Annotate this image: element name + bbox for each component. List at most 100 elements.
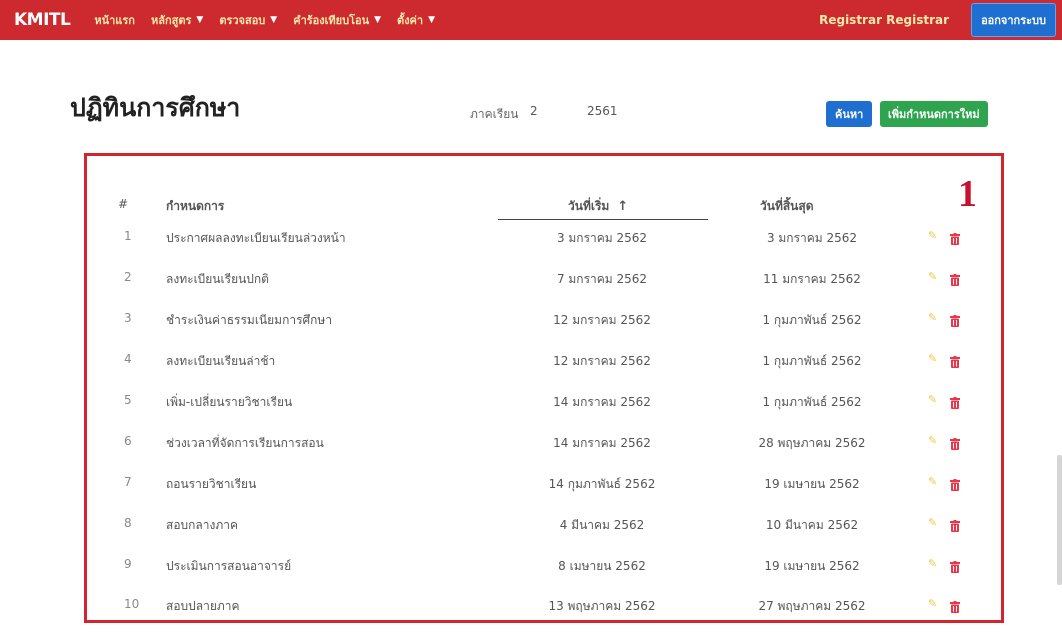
navbar-right: Registrar Registrar ออกจากระบบ	[819, 3, 1056, 37]
row-number: 1	[124, 229, 132, 243]
term-label: ภาคเรียน	[470, 107, 519, 121]
schedule-name: เพิ่ม-เปลี่ยนรายวิชาเรียน	[166, 395, 293, 409]
pencil-icon[interactable]: ✎	[928, 352, 937, 365]
trash-icon[interactable]	[950, 517, 960, 536]
row-number: 2	[124, 270, 132, 284]
column-header-end-date[interactable]: วันที่สิ้นสุด	[760, 197, 814, 216]
pencil-icon[interactable]: ✎	[928, 393, 937, 406]
start-date: 4 มีนาคม 2562	[559, 518, 645, 532]
trash-icon[interactable]	[950, 312, 960, 331]
row-number: 9	[124, 557, 132, 571]
table-row: 8 สอบกลางภาค 4 มีนาคม 2562 10 มีนาคม 2562 ✎	[0, 516, 1062, 556]
end-date: 28 พฤษภาคม 2562	[758, 436, 866, 450]
pencil-icon[interactable]: ✎	[928, 434, 937, 447]
logout-button[interactable]: ออกจากระบบ	[971, 3, 1056, 37]
trash-icon[interactable]	[950, 230, 960, 249]
nav-item-label: ตั้งค่า	[397, 14, 424, 27]
row-number: 10	[124, 597, 140, 611]
start-date: 8 เมษายน 2562	[558, 559, 646, 573]
column-header-label: วันที่เริ่ม	[568, 199, 610, 213]
nav-item-curriculum[interactable]: หลักสูตร ▼	[151, 11, 203, 29]
schedule-name: ประเมินการสอนอาจารย์	[166, 559, 292, 573]
trash-icon[interactable]	[950, 558, 960, 577]
trash-icon[interactable]	[950, 271, 960, 290]
end-date: 10 มีนาคม 2562	[765, 518, 859, 532]
trash-icon[interactable]	[950, 353, 960, 372]
row-number: 4	[124, 352, 132, 366]
table-row: 9 ประเมินการสอนอาจารย์ 8 เมษายน 2562 19 เมษ…	[0, 557, 1062, 597]
pencil-icon[interactable]: ✎	[928, 229, 937, 242]
column-header-start-date[interactable]: วันที่เริ่ม ↑	[568, 197, 628, 216]
row-number: 5	[124, 393, 132, 407]
start-date: 7 มกราคม 2562	[556, 272, 648, 286]
end-date: 1 กุมภาพันธ์ 2562	[762, 354, 862, 368]
year-input[interactable]	[585, 103, 649, 119]
nav-item-label: ตรวจสอบ	[219, 14, 266, 27]
schedule-name: สอบปลายภาค	[166, 599, 240, 613]
user-name[interactable]: Registrar Registrar	[819, 13, 949, 27]
column-header-schedule: กำหนดการ	[166, 199, 225, 213]
row-number: 3	[124, 311, 132, 325]
nav-item-label: หน้าแรก	[94, 14, 135, 27]
table-row: 3 ชำระเงินค่าธรรมเนียมการศึกษา 12 มกราคม 2…	[0, 311, 1062, 351]
page-scrollbar[interactable]	[1057, 455, 1062, 585]
chevron-down-icon: ▼	[374, 15, 382, 25]
start-date: 12 มกราคม 2562	[553, 354, 651, 368]
end-date: 11 มกราคม 2562	[763, 272, 861, 286]
sort-ascending-icon: ↑	[617, 199, 629, 214]
top-navbar: KMITL หน้าแรก หลักสูตร ▼ ตรวจสอบ ▼ คำร้อ…	[0, 0, 1062, 40]
row-number: 8	[124, 516, 132, 530]
trash-icon[interactable]	[950, 476, 960, 495]
end-date: 19 เมษายน 2562	[764, 559, 860, 573]
table-row: 10 สอบปลายภาค 13 พฤษภาคม 2562 27 พฤษภาคม 25…	[0, 597, 1062, 637]
table-row: 2 ลงทะเบียนเรียนปกติ 7 มกราคม 2562 11 มกราค…	[0, 270, 1062, 310]
nav-item-label: คำร้องเทียบโอน	[293, 14, 370, 27]
search-button[interactable]: ค้นหา	[826, 101, 873, 127]
pencil-icon[interactable]: ✎	[928, 516, 937, 529]
schedule-name: สอบกลางภาค	[166, 518, 239, 532]
start-date: 12 มกราคม 2562	[553, 313, 651, 327]
pencil-icon[interactable]: ✎	[928, 475, 937, 488]
trash-icon[interactable]	[950, 394, 960, 413]
row-number: 6	[124, 434, 132, 448]
brand-logo[interactable]: KMITL	[14, 10, 71, 30]
pencil-icon[interactable]: ✎	[928, 557, 937, 570]
chevron-down-icon: ▼	[428, 15, 436, 25]
start-date: 14 กุมภาพันธ์ 2562	[548, 477, 656, 491]
column-header-number: #	[118, 197, 129, 211]
start-date: 14 มกราคม 2562	[553, 436, 651, 450]
term-input[interactable]	[528, 103, 562, 119]
nav-item-transfer-requests[interactable]: คำร้องเทียบโอน ▼	[293, 11, 381, 29]
nav-item-label: หลักสูตร	[150, 14, 192, 27]
start-date: 13 พฤษภาคม 2562	[548, 599, 656, 613]
table-row: 7 ถอนรายวิชาเรียน 14 กุมภาพันธ์ 2562 19 เมษ…	[0, 475, 1062, 515]
start-date: 14 มกราคม 2562	[553, 395, 651, 409]
table-row: 4 ลงทะเบียนเรียนล่าช้า 12 มกราคม 2562 1 กุม…	[0, 352, 1062, 392]
end-date: 1 กุมภาพันธ์ 2562	[762, 395, 862, 409]
start-date: 3 มกราคม 2562	[556, 231, 648, 245]
table-row: 1 ประกาศผลลงทะเบียนเรียนล่วงหน้า 3 มกราคม …	[0, 229, 1062, 269]
schedule-name: ถอนรายวิชาเรียน	[166, 477, 257, 491]
end-date: 19 เมษายน 2562	[764, 477, 860, 491]
nav-item-settings[interactable]: ตั้งค่า ▼	[397, 11, 435, 29]
end-date: 3 มกราคม 2562	[766, 231, 858, 245]
pencil-icon[interactable]: ✎	[928, 311, 937, 324]
end-date: 27 พฤษภาคม 2562	[758, 599, 866, 613]
pencil-icon[interactable]: ✎	[928, 270, 937, 283]
add-schedule-button[interactable]: เพิ่มกำหนดการใหม่	[880, 101, 988, 127]
trash-icon[interactable]	[950, 598, 960, 617]
schedule-name: ช่วงเวลาที่จัดการเรียนการสอน	[166, 436, 324, 450]
table-row: 6 ช่วงเวลาที่จัดการเรียนการสอน 14 มกราคม 2…	[0, 434, 1062, 474]
schedule-name: ลงทะเบียนเรียนล่าช้า	[166, 354, 276, 368]
nav-item-home[interactable]: หน้าแรก	[94, 11, 135, 29]
schedule-name: ประกาศผลลงทะเบียนเรียนล่วงหน้า	[166, 231, 346, 245]
schedule-name: ชำระเงินค่าธรรมเนียมการศึกษา	[166, 313, 333, 327]
nav-item-inspect[interactable]: ตรวจสอบ ▼	[219, 11, 277, 29]
schedule-name: ลงทะเบียนเรียนปกติ	[166, 272, 269, 286]
page-title: ปฏิทินการศึกษา	[70, 93, 241, 122]
trash-icon[interactable]	[950, 435, 960, 454]
table-row: 5 เพิ่ม-เปลี่ยนรายวิชาเรียน 14 มกราคม 2562…	[0, 393, 1062, 433]
annotation-marker: 1	[958, 173, 977, 215]
chevron-down-icon: ▼	[196, 15, 204, 25]
pencil-icon[interactable]: ✎	[928, 597, 937, 610]
